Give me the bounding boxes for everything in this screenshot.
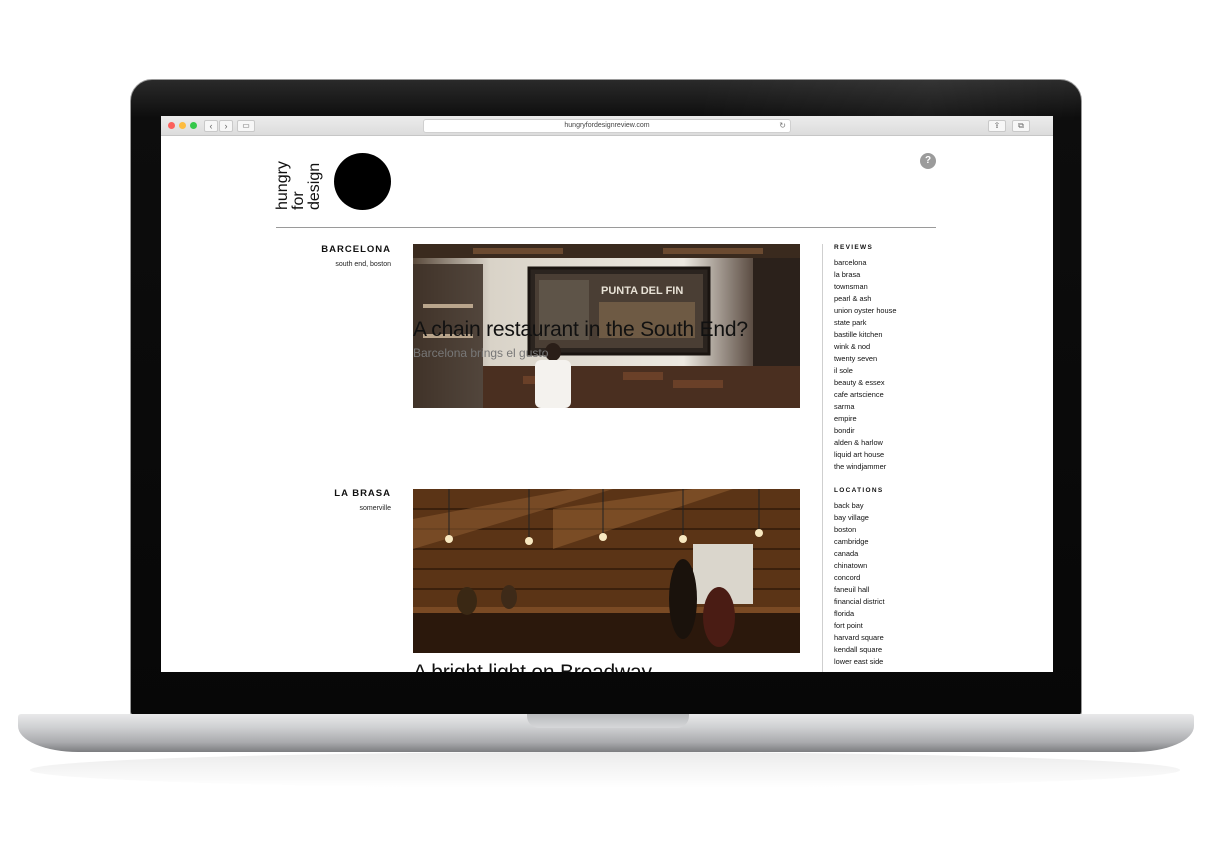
location-link[interactable]: cambridge	[834, 536, 944, 548]
reviews-list: barcelona la brasa townsman pearl & ash unio…	[834, 257, 944, 473]
locations-section: LOCATIONS back bay bay village boston cambr…	[834, 487, 944, 668]
site-logo-wordmark[interactable]: hungry for design	[273, 152, 333, 212]
logo-circle[interactable]	[334, 153, 391, 210]
forward-button[interactable]: ›	[219, 120, 233, 132]
review-link[interactable]: bastille kitchen	[834, 329, 944, 341]
location-link[interactable]: chinatown	[834, 560, 944, 572]
review-link[interactable]: beauty & essex	[834, 377, 944, 389]
laptop-screen: ‹ › ▭ hungryfordesignreview.com ↻ ⇪ ⧉ + …	[161, 116, 1053, 672]
laptop-shadow	[30, 752, 1180, 788]
review-link[interactable]: il sole	[834, 365, 944, 377]
restaurant-name[interactable]: LA BRASA	[281, 488, 391, 499]
review-link[interactable]: barcelona	[834, 257, 944, 269]
browser-toolbar: ‹ › ▭ hungryfordesignreview.com ↻ ⇪ ⧉ +	[161, 116, 1053, 136]
back-button[interactable]: ‹	[204, 120, 218, 132]
restaurant-name[interactable]: BARCELONA	[281, 244, 391, 255]
location-link[interactable]: financial district	[834, 596, 944, 608]
share-button[interactable]: ⇪	[988, 120, 1006, 132]
close-window-icon[interactable]	[168, 122, 175, 129]
review-link[interactable]: state park	[834, 317, 944, 329]
url-text: hungryfordesignreview.com	[564, 122, 650, 129]
reviews-heading: REVIEWS	[834, 244, 874, 251]
location-link[interactable]: back bay	[834, 500, 944, 512]
restaurant-location[interactable]: south end, boston	[281, 261, 391, 268]
sign-text: PUNTA DEL FIN	[601, 285, 683, 297]
review-link[interactable]: sarma	[834, 401, 944, 413]
review-link[interactable]: liquid art house	[834, 449, 944, 461]
location-link[interactable]: lower east side	[834, 656, 944, 668]
location-link[interactable]: kendall square	[834, 644, 944, 656]
sidebar: REVIEWS barcelona la brasa townsman pearl &…	[834, 244, 944, 672]
article-headline[interactable]: A chain restaurant in the South End?	[413, 318, 748, 342]
reload-icon[interactable]: ↻	[779, 120, 786, 132]
review-link[interactable]: empire	[834, 413, 944, 425]
logo-word-for: for	[290, 191, 307, 210]
restaurant-photo[interactable]	[413, 489, 800, 653]
location-link[interactable]: concord	[834, 572, 944, 584]
tabs-overview-button[interactable]: ⧉	[1012, 120, 1030, 132]
location-link[interactable]: boston	[834, 524, 944, 536]
logo-word-hungry: hungry	[274, 161, 291, 210]
review-link[interactable]: pearl & ash	[834, 293, 944, 305]
review-link[interactable]: townsman	[834, 281, 944, 293]
sidebar-divider	[822, 244, 823, 672]
article-headline[interactable]: A bright light on Broadway	[413, 661, 652, 672]
location-link[interactable]: florida	[834, 608, 944, 620]
la-brasa-interior-photo	[413, 489, 800, 653]
location-link[interactable]: canada	[834, 548, 944, 560]
review-link[interactable]: alden & harlow	[834, 437, 944, 449]
location-link[interactable]: faneuil hall	[834, 584, 944, 596]
review-link[interactable]: cafe artscience	[834, 389, 944, 401]
entry-meta: LA BRASA somerville	[281, 488, 391, 512]
header-divider	[276, 227, 936, 228]
reviews-section: REVIEWS barcelona la brasa townsman pearl &…	[834, 244, 944, 473]
web-page: hungry for design ? BARCELONA south end,…	[161, 136, 1053, 672]
laptop-notch	[527, 714, 689, 728]
location-link[interactable]: harvard square	[834, 632, 944, 644]
review-link[interactable]: the windjammer	[834, 461, 944, 473]
location-link[interactable]: bay village	[834, 512, 944, 524]
locations-list: back bay bay village boston cambridge canada…	[834, 500, 944, 668]
restaurant-location[interactable]: somerville	[281, 505, 391, 512]
lid-reflection	[700, 80, 1080, 120]
minimize-window-icon[interactable]	[179, 122, 186, 129]
article-subhead: Barcelona brings el gusto	[413, 346, 549, 360]
locations-heading: LOCATIONS	[834, 487, 884, 494]
review-link[interactable]: wink & nod	[834, 341, 944, 353]
maximize-window-icon[interactable]	[190, 122, 197, 129]
sidebar-toggle-button[interactable]: ▭	[237, 120, 255, 132]
logo-word-design: design	[306, 162, 323, 210]
review-link[interactable]: twenty seven	[834, 353, 944, 365]
entry-meta: BARCELONA south end, boston	[281, 244, 391, 268]
location-link[interactable]: fort point	[834, 620, 944, 632]
review-link[interactable]: union oyster house	[834, 305, 944, 317]
help-icon[interactable]: ?	[920, 153, 936, 169]
address-bar[interactable]: hungryfordesignreview.com ↻	[423, 119, 791, 133]
review-link[interactable]: bondir	[834, 425, 944, 437]
review-link[interactable]: la brasa	[834, 269, 944, 281]
